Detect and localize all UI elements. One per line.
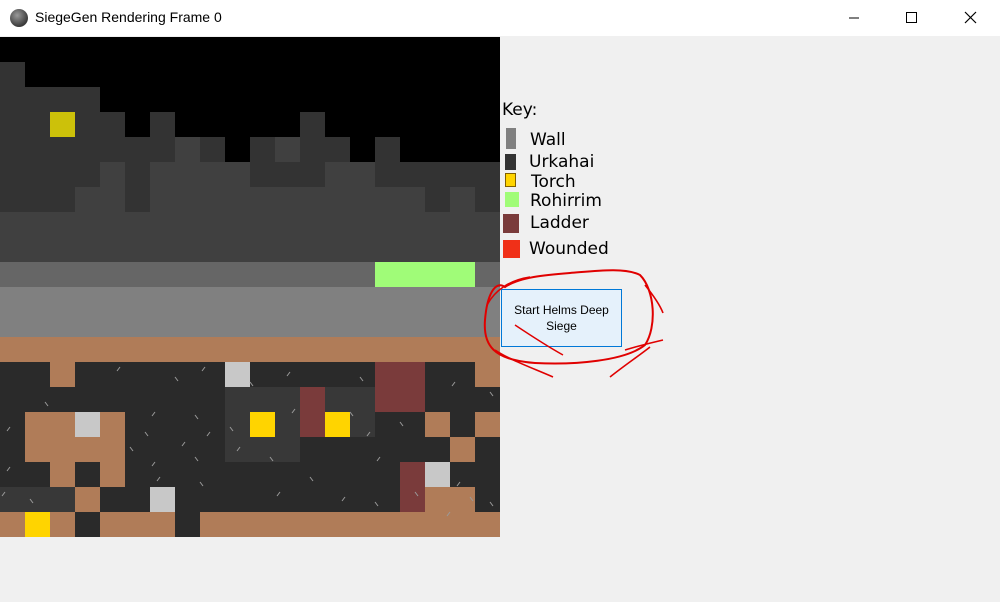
torch-swatch [505,173,516,187]
ground-patch [75,437,100,462]
rubble-block [75,412,100,437]
ground-patch [50,462,75,487]
window-title: SiegeGen Rendering Frame 0 [35,9,222,25]
ground-patch [50,512,75,537]
ground-strip [0,337,500,362]
wall-mid-block [275,137,300,162]
app-icon [10,9,28,27]
close-icon [964,11,977,24]
key-label-ladder: Ladder [530,213,589,233]
rubble-block [425,462,450,487]
ladder-block [300,387,325,437]
key-label-urkahai: Urkahai [529,152,595,172]
minimize-icon [849,17,859,19]
torch-block [50,112,75,137]
rubble-block [150,487,175,512]
torch-block [325,412,350,437]
wall-mid-block [175,137,200,162]
torch-block [25,512,50,537]
ground-patch [25,412,75,462]
rohirrim-swatch [505,192,519,207]
siege-render-canvas [0,37,500,537]
key-label-rohirrim: Rohirrim [530,191,602,211]
close-button[interactable] [942,0,1000,36]
ground-patch [100,412,125,487]
title-bar[interactable]: SiegeGen Rendering Frame 0 [0,0,1000,36]
ladder-block [400,462,425,512]
wounded-swatch [503,240,520,258]
urkahai-swatch [505,154,516,170]
minimize-button[interactable] [825,0,883,36]
ground-patch [475,362,500,387]
torch-block [250,412,275,437]
wall-top [0,287,500,337]
ground-patch [450,437,475,462]
ground-patch [100,512,175,537]
uruk-patch [0,487,75,512]
ladder-swatch [503,214,519,233]
ground-patch [0,512,25,537]
start-siege-button[interactable]: Start Helms Deep Siege [501,289,622,347]
rohirrim-block [375,262,475,287]
key-label-torch: Torch [531,172,576,192]
wall-swatch [506,128,516,149]
ground-patch [50,362,75,387]
maximize-icon [906,12,917,23]
ladder-block [375,362,425,412]
ground-patch [425,412,450,437]
ground-patch [75,487,100,512]
key-label-wall: Wall [530,130,566,150]
wall-mid-band [0,212,500,262]
rubble-block [225,362,250,387]
key-label-wounded: Wounded [529,239,609,259]
key-title: Key: [502,100,538,120]
ground-patch [425,487,475,512]
ground-patch [200,512,500,537]
ground-patch [475,412,500,437]
maximize-button[interactable] [883,0,941,36]
